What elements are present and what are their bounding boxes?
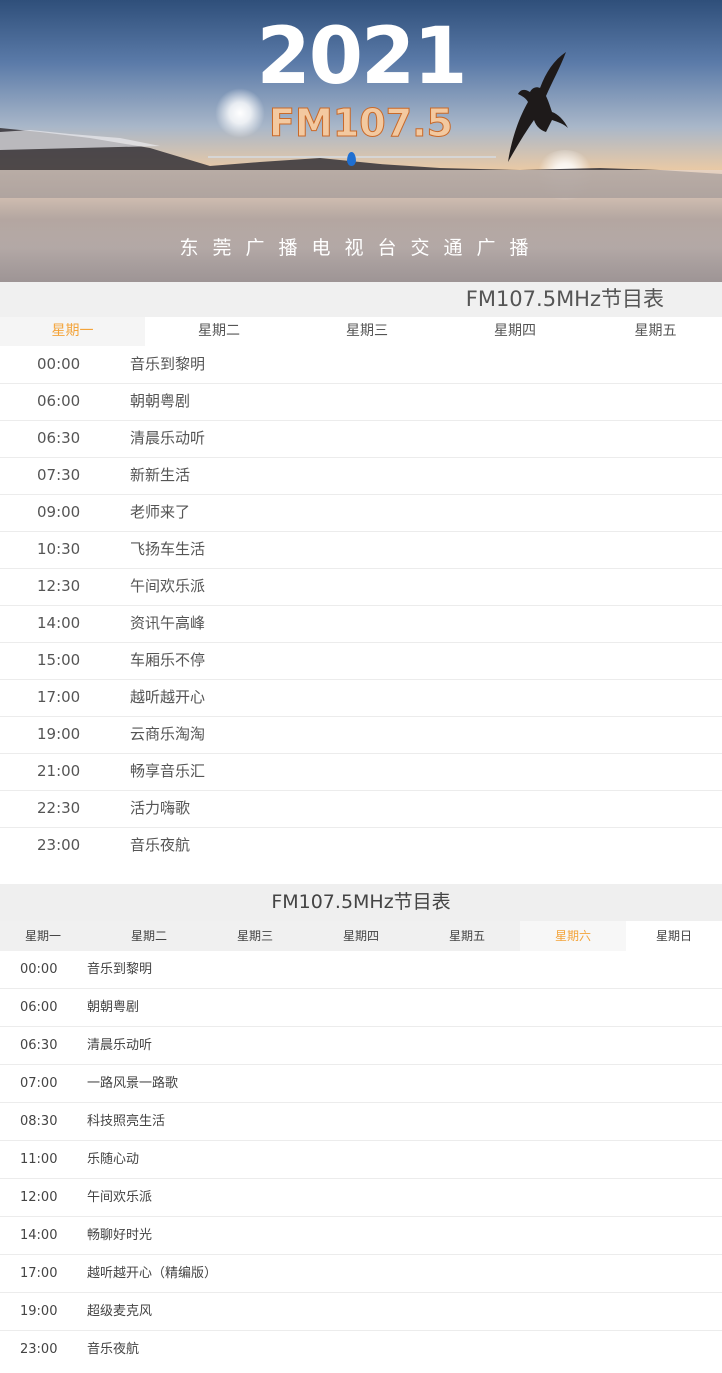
program-name: 飞扬车生活 bbox=[130, 540, 206, 558]
list-item: 12:00 午间欢乐派 bbox=[0, 1179, 722, 1217]
program-name: 音乐夜航 bbox=[130, 836, 191, 854]
program-name: 音乐到黎明 bbox=[87, 962, 153, 977]
list-item: 23:00 音乐夜航 bbox=[0, 1331, 722, 1368]
program-name: 清晨乐动听 bbox=[87, 1038, 153, 1053]
banner-fm-logo: FM107.5 bbox=[269, 101, 454, 146]
eagle-icon bbox=[508, 52, 568, 162]
tab-saturday[interactable]: 星期六 bbox=[520, 921, 626, 951]
program-time: 17:00 bbox=[37, 688, 81, 706]
header-banner: 2021 FM107.5 东莞广播电视台交通广播 bbox=[0, 0, 722, 282]
program-time: 09:00 bbox=[37, 503, 81, 521]
program-name: 乐随心动 bbox=[87, 1152, 140, 1167]
tab-thursday[interactable]: 星期四 bbox=[308, 921, 414, 951]
cloud-sea bbox=[0, 170, 722, 282]
list-item: 17:00 越听越开心（精编版） bbox=[0, 1255, 722, 1293]
list-item: 14:00 畅聊好时光 bbox=[0, 1217, 722, 1255]
program-time: 17:00 bbox=[20, 1266, 58, 1281]
program-name: 越听越开心 bbox=[130, 688, 206, 706]
program-time: 06:30 bbox=[37, 429, 81, 447]
list-item: 21:00 畅享音乐汇 bbox=[0, 753, 722, 791]
list-item: 06:30 清晨乐动听 bbox=[0, 1027, 722, 1065]
list-item: 10:30 飞扬车生活 bbox=[0, 531, 722, 569]
program-name: 车厢乐不停 bbox=[130, 651, 206, 669]
list-item: 22:30 活力嗨歌 bbox=[0, 790, 722, 828]
schedule1-title: FM107.5MHz节目表 bbox=[465, 287, 664, 311]
tab-sunday[interactable]: 星期日 bbox=[626, 921, 722, 951]
tab-wednesday[interactable]: 星期三 bbox=[293, 317, 441, 346]
list-item: 06:30 清晨乐动听 bbox=[0, 420, 722, 458]
program-name: 午间欢乐派 bbox=[87, 1190, 153, 1205]
program-name: 一路风景一路歌 bbox=[87, 1076, 179, 1091]
program-time: 15:00 bbox=[37, 651, 81, 669]
program-name: 云商乐淘淘 bbox=[130, 725, 206, 743]
schedule1-weekday-tabs: 星期一 星期二 星期三 星期四 星期五 bbox=[0, 317, 722, 346]
tab-friday[interactable]: 星期五 bbox=[589, 317, 722, 346]
list-item: 08:30 科技照亮生活 bbox=[0, 1103, 722, 1141]
program-time: 12:30 bbox=[37, 577, 81, 595]
tab-tuesday[interactable]: 星期二 bbox=[145, 317, 293, 346]
program-name: 超级麦克风 bbox=[87, 1304, 153, 1319]
program-time: 23:00 bbox=[37, 836, 81, 854]
list-item: 23:00 音乐夜航 bbox=[0, 827, 722, 864]
tab-monday[interactable]: 星期一 bbox=[0, 921, 96, 951]
program-time: 14:00 bbox=[37, 614, 81, 632]
program-name: 资讯午高峰 bbox=[130, 614, 206, 632]
program-time: 14:00 bbox=[20, 1228, 58, 1243]
banner-year: 2021 bbox=[256, 12, 467, 102]
schedule2-title: FM107.5MHz节目表 bbox=[0, 884, 722, 921]
program-time: 19:00 bbox=[37, 725, 81, 743]
program-name: 午间欢乐派 bbox=[130, 577, 206, 595]
program-time: 21:00 bbox=[37, 762, 81, 780]
list-item: 19:00 云商乐淘淘 bbox=[0, 716, 722, 754]
program-time: 07:00 bbox=[20, 1076, 58, 1091]
program-name: 新新生活 bbox=[130, 466, 191, 484]
program-time: 19:00 bbox=[20, 1304, 58, 1319]
list-item: 00:00 音乐到黎明 bbox=[0, 951, 722, 989]
list-item: 07:30 新新生活 bbox=[0, 457, 722, 495]
program-name: 老师来了 bbox=[130, 503, 191, 521]
program-name: 活力嗨歌 bbox=[130, 799, 191, 817]
program-time: 10:30 bbox=[37, 540, 81, 558]
program-name: 畅享音乐汇 bbox=[130, 762, 206, 780]
program-time: 11:00 bbox=[20, 1152, 58, 1167]
program-name: 畅聊好时光 bbox=[87, 1228, 153, 1243]
list-item: 14:00 资讯午高峰 bbox=[0, 605, 722, 643]
schedule1-title-bar: FM107.5MHz节目表 bbox=[0, 282, 722, 317]
program-time: 00:00 bbox=[20, 962, 58, 977]
tab-thursday[interactable]: 星期四 bbox=[441, 317, 589, 346]
program-time: 08:30 bbox=[20, 1114, 58, 1129]
program-time: 06:00 bbox=[37, 392, 81, 410]
tab-tuesday[interactable]: 星期二 bbox=[96, 921, 202, 951]
tab-monday[interactable]: 星期一 bbox=[0, 317, 145, 346]
program-name: 音乐到黎明 bbox=[130, 355, 206, 373]
list-item: 15:00 车厢乐不停 bbox=[0, 642, 722, 680]
program-time: 00:00 bbox=[37, 355, 81, 373]
program-name: 朝朝粤剧 bbox=[87, 1000, 140, 1015]
list-item: 07:00 一路风景一路歌 bbox=[0, 1065, 722, 1103]
program-name: 音乐夜航 bbox=[87, 1342, 140, 1357]
program-time: 06:30 bbox=[20, 1038, 58, 1053]
program-time: 12:00 bbox=[20, 1190, 58, 1205]
program-time: 07:30 bbox=[37, 466, 81, 484]
program-time: 23:00 bbox=[20, 1342, 58, 1357]
program-name: 朝朝粤剧 bbox=[130, 392, 191, 410]
list-item: 06:00 朝朝粤剧 bbox=[0, 989, 722, 1027]
program-name: 清晨乐动听 bbox=[130, 429, 206, 447]
schedule2-weekday-tabs: 星期一 星期二 星期三 星期四 星期五 星期六 星期日 bbox=[0, 921, 722, 951]
list-item: 17:00 越听越开心 bbox=[0, 679, 722, 717]
program-name: 科技照亮生活 bbox=[87, 1114, 166, 1129]
list-item: 12:30 午间欢乐派 bbox=[0, 568, 722, 606]
tab-friday[interactable]: 星期五 bbox=[414, 921, 520, 951]
program-name: 越听越开心（精编版） bbox=[87, 1266, 218, 1281]
program-time: 06:00 bbox=[20, 1000, 58, 1015]
banner-subtitle: 东莞广播电视台交通广播 bbox=[179, 237, 543, 259]
list-item: 11:00 乐随心动 bbox=[0, 1141, 722, 1179]
tab-wednesday[interactable]: 星期三 bbox=[202, 921, 308, 951]
program-time: 22:30 bbox=[37, 799, 81, 817]
list-item: 09:00 老师来了 bbox=[0, 494, 722, 532]
drop-icon bbox=[347, 152, 356, 166]
list-item: 19:00 超级麦克风 bbox=[0, 1293, 722, 1331]
list-item: 00:00 音乐到黎明 bbox=[0, 346, 722, 384]
list-item: 06:00 朝朝粤剧 bbox=[0, 383, 722, 421]
